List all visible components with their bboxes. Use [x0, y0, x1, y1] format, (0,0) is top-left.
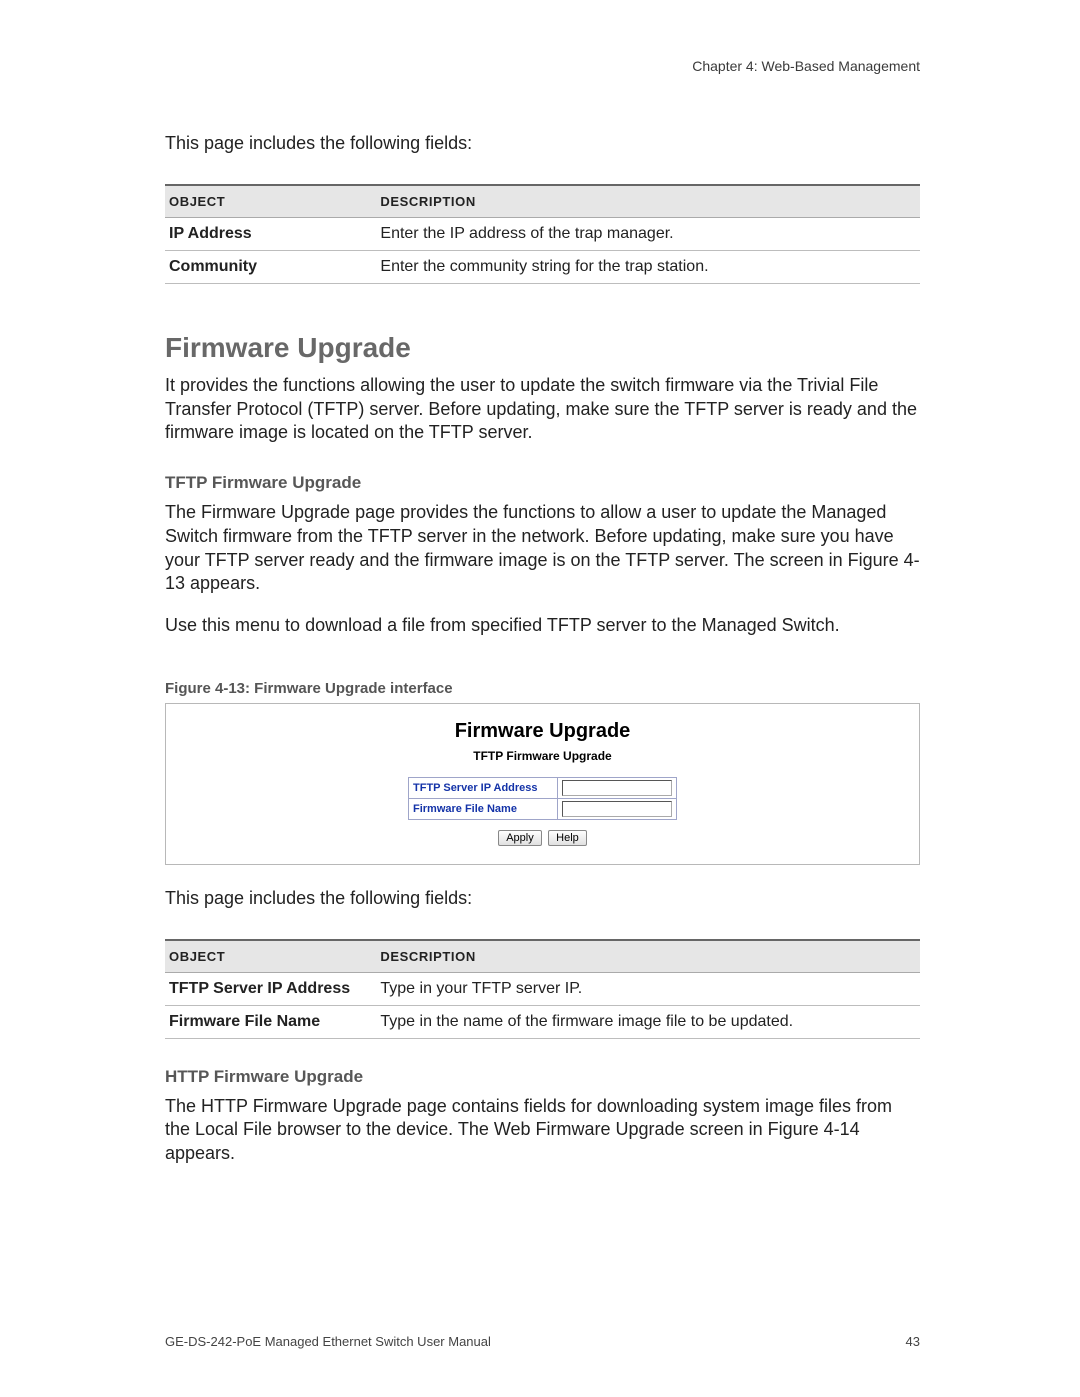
table-row: IP Address Enter the IP address of the t…: [165, 217, 920, 250]
footer-page-number: 43: [906, 1334, 920, 1349]
tftp-paragraph-1: The Firmware Upgrade page provides the f…: [165, 501, 920, 596]
table-row: Community Enter the community string for…: [165, 250, 920, 283]
apply-button[interactable]: Apply: [498, 830, 542, 846]
table-row: Firmware File Name Type in the name of t…: [165, 1005, 920, 1038]
table1-row1-description: Enter the community string for the trap …: [376, 250, 920, 283]
table1-row0-description: Enter the IP address of the trap manager…: [376, 217, 920, 250]
subsection-tftp-firmware-upgrade: TFTP Firmware Upgrade: [165, 473, 920, 493]
figure-row0-label: TFTP Server IP Address: [409, 777, 558, 798]
figure-input-table: TFTP Server IP Address Firmware File Nam…: [408, 777, 677, 820]
subsection-http-firmware-upgrade: HTTP Firmware Upgrade: [165, 1067, 920, 1087]
section-title-firmware-upgrade: Firmware Upgrade: [165, 332, 920, 364]
table2-header-description: DESCRIPTION: [376, 940, 920, 973]
table2-row0-object: TFTP Server IP Address: [165, 972, 376, 1005]
help-button[interactable]: Help: [548, 830, 587, 846]
table1-header-description: DESCRIPTION: [376, 185, 920, 218]
figure-firmware-upgrade: Firmware Upgrade TFTP Firmware Upgrade T…: [165, 703, 920, 865]
table2-row1-object: Firmware File Name: [165, 1005, 376, 1038]
intro-text-1: This page includes the following fields:: [165, 132, 920, 156]
table-row: TFTP Server IP Address Type in your TFTP…: [165, 972, 920, 1005]
tftp-paragraph-2: Use this menu to download a file from sp…: [165, 614, 920, 638]
table1-row1-object: Community: [165, 250, 376, 283]
tftp-server-ip-input[interactable]: [562, 780, 672, 796]
section-intro: It provides the functions allowing the u…: [165, 374, 920, 445]
firmware-file-name-input[interactable]: [562, 801, 672, 817]
figure-subtitle: TFTP Firmware Upgrade: [393, 749, 693, 763]
chapter-header: Chapter 4: Web-Based Management: [165, 58, 920, 74]
fields-table-2: OBJECT DESCRIPTION TFTP Server IP Addres…: [165, 939, 920, 1039]
table2-header-object: OBJECT: [165, 940, 376, 973]
fields-table-1: OBJECT DESCRIPTION IP Address Enter the …: [165, 184, 920, 284]
http-paragraph: The HTTP Firmware Upgrade page contains …: [165, 1095, 920, 1166]
figure-title: Firmware Upgrade: [393, 720, 693, 743]
footer-left: GE-DS-242-PoE Managed Ethernet Switch Us…: [165, 1334, 491, 1349]
figure-caption: Figure 4-13: Firmware Upgrade interface: [165, 680, 920, 697]
table1-row0-object: IP Address: [165, 217, 376, 250]
figure-row1-label: Firmware File Name: [409, 798, 558, 819]
table2-row0-description: Type in your TFTP server IP.: [376, 972, 920, 1005]
intro-text-2: This page includes the following fields:: [165, 887, 920, 911]
table2-row1-description: Type in the name of the firmware image f…: [376, 1005, 920, 1038]
table1-header-object: OBJECT: [165, 185, 376, 218]
